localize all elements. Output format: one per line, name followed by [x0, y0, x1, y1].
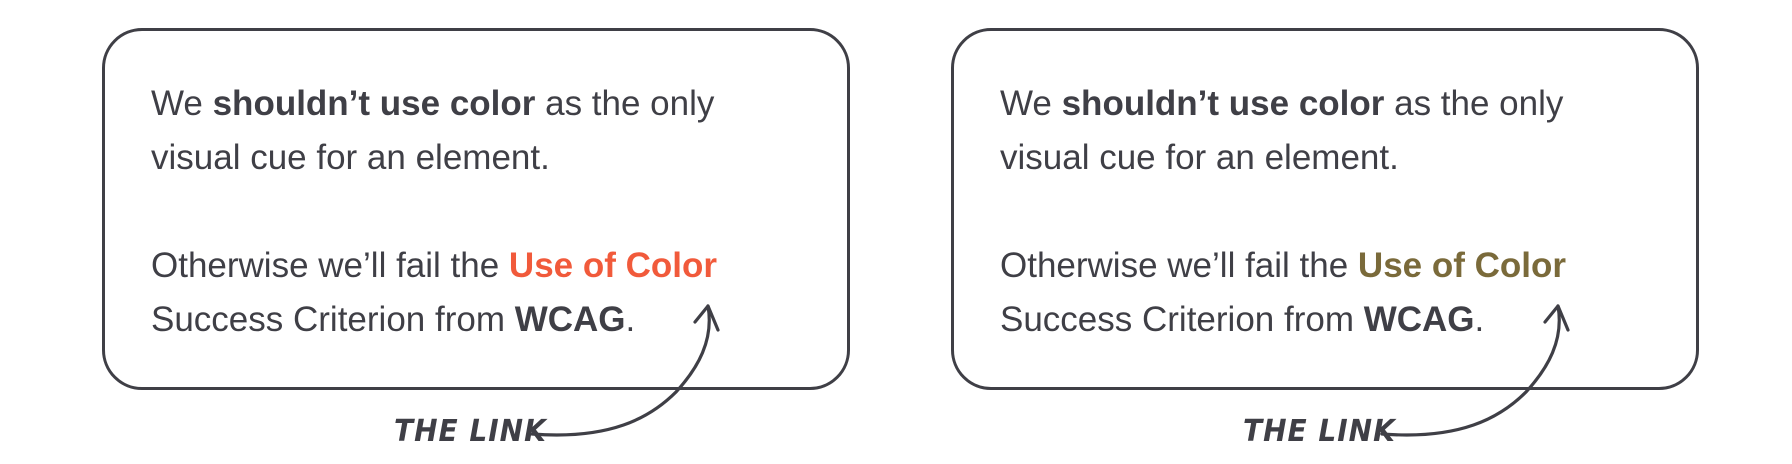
- text-run: .: [1474, 300, 1485, 339]
- text-run: Otherwise we’ll fail the: [1000, 246, 1358, 285]
- text-run: Success Criterion from: [1000, 300, 1364, 339]
- example-card-right: We shouldn’t use color as the only visual…: [951, 28, 1699, 390]
- emphasis-text: shouldn’t use color: [1061, 84, 1385, 123]
- text-run: We: [1000, 84, 1062, 123]
- wcag-text: WCAG: [1363, 300, 1475, 339]
- use-of-color-link[interactable]: Use of Color: [1358, 246, 1566, 285]
- text-run: visual cue for an element.: [151, 138, 550, 177]
- text-run: .: [625, 300, 636, 339]
- paragraph-wcag: Otherwise we’ll fail the Use of Color Suc…: [1000, 239, 1566, 347]
- wcag-text: WCAG: [514, 300, 626, 339]
- text-run: We: [151, 84, 213, 123]
- paragraph-color-rule: We shouldn’t use color as the only visual…: [1000, 77, 1563, 185]
- text-run: as the only: [1384, 84, 1564, 123]
- example-card-left: We shouldn’t use color as the only visual…: [102, 28, 850, 390]
- text-run: visual cue for an element.: [1000, 138, 1399, 177]
- emphasis-text: shouldn’t use color: [212, 84, 536, 123]
- text-run: Otherwise we’ll fail the: [151, 246, 509, 285]
- paragraph-color-rule: We shouldn’t use color as the only visual…: [151, 77, 714, 185]
- paragraph-wcag: Otherwise we’ll fail the Use of Color Suc…: [151, 239, 717, 347]
- text-run: Success Criterion from: [151, 300, 515, 339]
- annotation-label: THE LINK: [394, 412, 547, 449]
- annotation-label: THE LINK: [1243, 412, 1396, 449]
- text-run: as the only: [535, 84, 715, 123]
- use-of-color-link[interactable]: Use of Color: [509, 246, 717, 285]
